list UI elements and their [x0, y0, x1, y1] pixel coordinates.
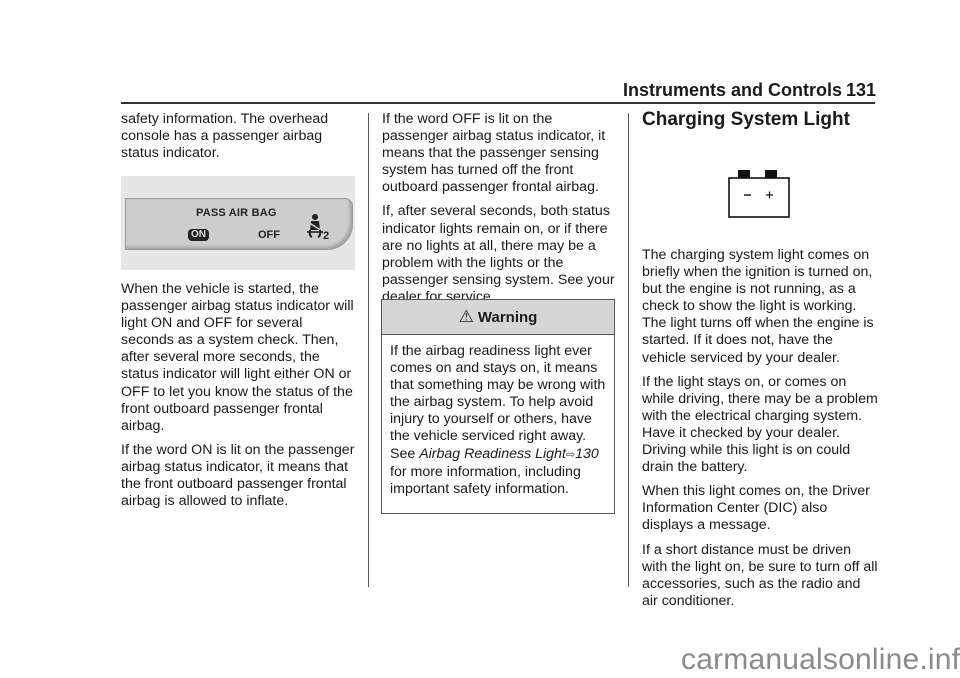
cross-reference-link[interactable]: Airbag Readiness Light — [419, 446, 566, 462]
page-number: 131 — [845, 80, 876, 100]
indicator-panel: PASS AIR BAG ON OFF 2 — [125, 198, 353, 250]
passenger-airbag-indicator-figure: PASS AIR BAG ON OFF 2 — [121, 176, 355, 270]
paragraph: When the vehicle is started, the passeng… — [121, 281, 354, 434]
section-heading: Charging System Light — [642, 109, 850, 130]
warning-box: ⚠ Warning If the airbag readiness light … — [381, 299, 615, 514]
watermark: carmanualsonline.info — [681, 643, 960, 676]
paragraph: If the word OFF is lit on the passenger … — [382, 111, 606, 196]
column-1-continued: When the vehicle is started, the passeng… — [121, 281, 357, 517]
section-title: Instruments and Controls — [622, 80, 842, 100]
warning-header: ⚠ Warning — [382, 300, 614, 335]
column-divider — [368, 113, 369, 587]
paragraph: The charging system light comes on brief… — [642, 247, 874, 366]
warning-triangle-icon: ⚠ — [458, 307, 474, 326]
warning-text: If the airbag readiness light ever comes… — [390, 343, 606, 462]
battery-icon — [728, 170, 790, 218]
paragraph: If the light stays on, or comes on while… — [642, 373, 878, 476]
column-2: If the word OFF is lit on the passenger … — [382, 111, 618, 313]
paragraph: If a short distance must be driven with … — [642, 541, 878, 609]
warning-text-end: for more information, including importan… — [390, 463, 581, 497]
on-indicator: ON — [188, 229, 209, 241]
header-rule — [121, 102, 875, 104]
column-divider — [628, 113, 629, 587]
off-indicator: OFF — [258, 229, 280, 241]
seatbelt-passenger-icon: 2 — [307, 214, 329, 241]
pass-air-bag-label: PASS AIR BAG — [196, 207, 277, 219]
cross-reference-page[interactable]: 130 — [575, 446, 599, 462]
column-3: The charging system light comes on brief… — [642, 247, 878, 617]
paragraph: If, after several seconds, both status i… — [382, 203, 615, 305]
warning-body: If the airbag readiness light ever comes… — [382, 335, 614, 498]
paragraph: If the word ON is lit on the passenger a… — [121, 441, 355, 510]
paragraph: When this light comes on, the Driver Inf… — [642, 483, 870, 534]
warning-title: Warning — [477, 308, 538, 326]
column-1: safety information. The overhead console… — [121, 111, 357, 169]
arrow-icon: ⇨ — [565, 448, 576, 461]
icon-suffix: 2 — [323, 230, 329, 241]
paragraph: safety information. The overhead console… — [121, 111, 329, 162]
